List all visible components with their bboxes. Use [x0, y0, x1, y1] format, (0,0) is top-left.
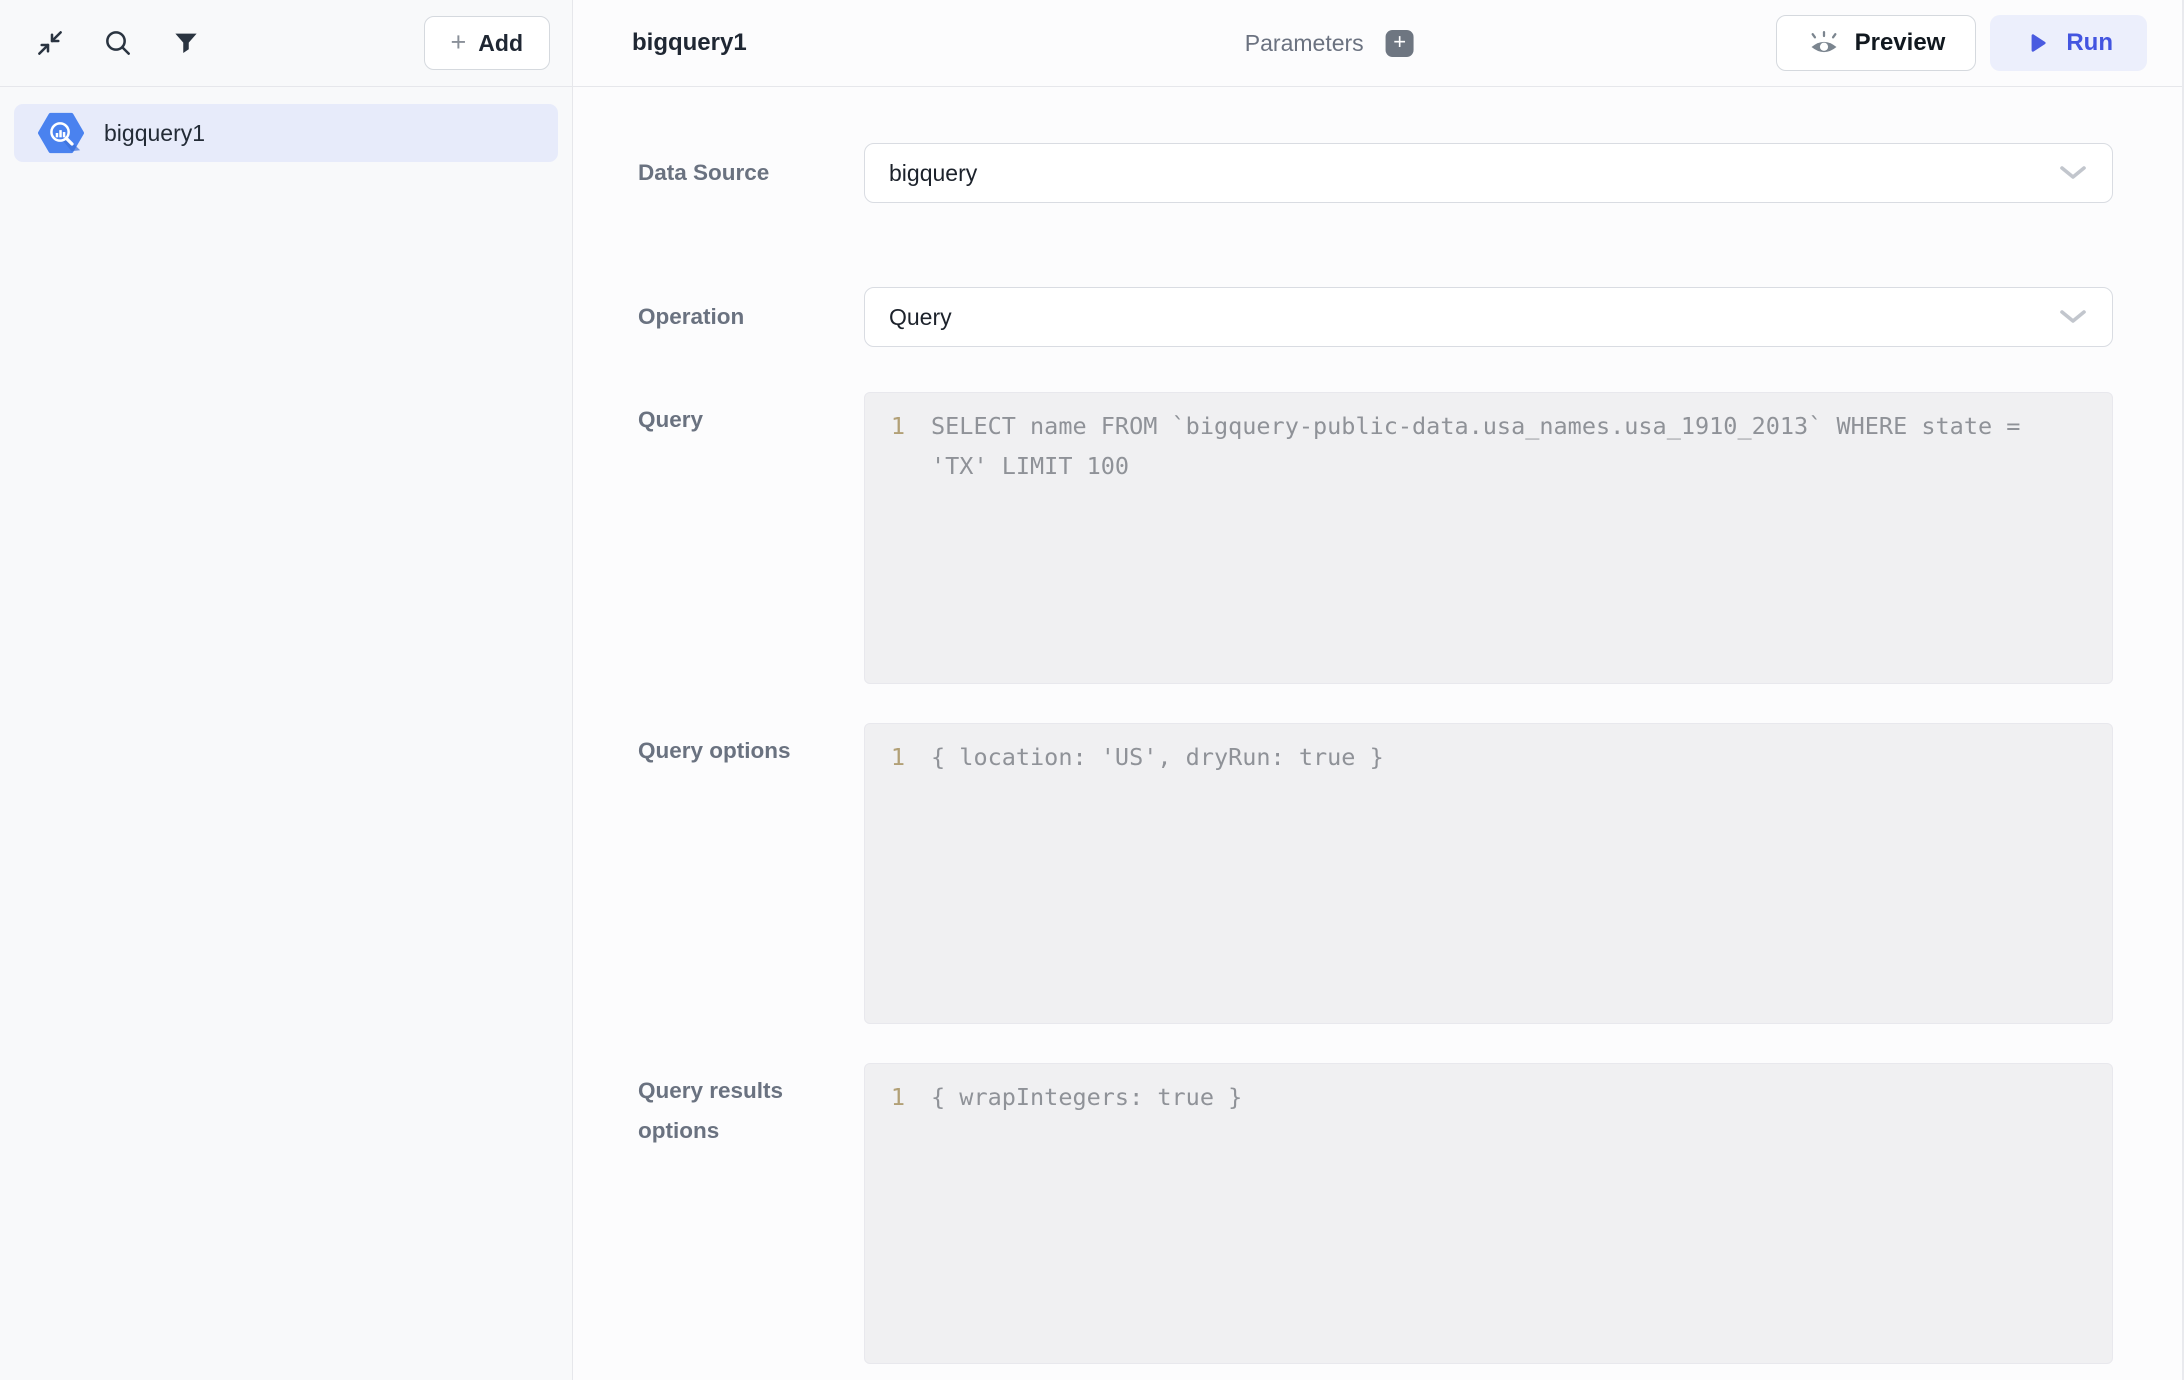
filter-button[interactable] — [168, 25, 204, 61]
query-editor-panel: bigquery1 Parameters + — [573, 0, 2182, 1380]
collapse-arrows-icon — [34, 27, 66, 59]
line-number: 1 — [887, 1077, 905, 1117]
filter-funnel-icon — [171, 28, 201, 58]
add-parameter-button[interactable]: + — [1386, 30, 1414, 57]
sidebar-toolbar: + Add — [0, 0, 572, 87]
query-placeholder-text: SELECT name FROM `bigquery-public-data.u… — [931, 406, 2061, 486]
preview-button[interactable]: Preview — [1776, 15, 1977, 71]
query-list: bigquery1 — [0, 87, 572, 179]
operation-select[interactable]: Query — [864, 287, 2113, 347]
search-icon — [102, 27, 134, 59]
chevron-down-icon — [2058, 164, 2088, 182]
parameters-group: Parameters + — [1245, 30, 1414, 57]
query-sidebar: + Add bigquery1 — [0, 0, 573, 1380]
data-source-select[interactable]: bigquery — [864, 143, 2113, 203]
run-button[interactable]: Run — [1990, 15, 2147, 71]
query-code-editor[interactable]: 1 SELECT name FROM `bigquery-public-data… — [864, 392, 2113, 684]
query-options-placeholder-text: { location: 'US', dryRun: true } — [931, 737, 1384, 777]
run-button-label: Run — [2066, 29, 2113, 57]
play-icon — [2024, 30, 2050, 56]
parameters-label: Parameters — [1245, 30, 1364, 57]
query-list-item-bigquery1[interactable]: bigquery1 — [14, 104, 558, 162]
collapse-panel-button[interactable] — [32, 25, 68, 61]
query-label: Query — [638, 392, 818, 684]
query-title: bigquery1 — [632, 29, 747, 57]
query-panel: + Add bigquery1 — [0, 0, 2184, 1380]
add-query-button[interactable]: + Add — [424, 16, 551, 70]
query-results-options-editor[interactable]: 1 { wrapIntegers: true } — [864, 1063, 2113, 1364]
bigquery-icon — [38, 110, 84, 156]
plus-icon: + — [451, 29, 467, 56]
query-results-options-label: Query results options — [638, 1063, 818, 1364]
query-options-label: Query options — [638, 723, 818, 1024]
preview-button-label: Preview — [1855, 29, 1946, 57]
query-form: Data Source bigquery Operation — [573, 87, 2182, 1364]
operation-label: Operation — [638, 297, 818, 337]
operation-value: Query — [889, 304, 952, 331]
data-source-label: Data Source — [638, 153, 818, 193]
query-header: bigquery1 Parameters + — [573, 0, 2182, 87]
data-source-value: bigquery — [889, 160, 977, 187]
chevron-down-icon — [2058, 308, 2088, 326]
eye-icon — [1807, 28, 1841, 58]
line-number: 1 — [887, 406, 905, 446]
query-results-options-placeholder-text: { wrapIntegers: true } — [931, 1077, 1242, 1117]
query-item-name: bigquery1 — [104, 120, 205, 147]
search-button[interactable] — [100, 25, 136, 61]
add-button-label: Add — [478, 30, 523, 57]
query-options-editor[interactable]: 1 { location: 'US', dryRun: true } — [864, 723, 2113, 1024]
line-number: 1 — [887, 737, 905, 777]
